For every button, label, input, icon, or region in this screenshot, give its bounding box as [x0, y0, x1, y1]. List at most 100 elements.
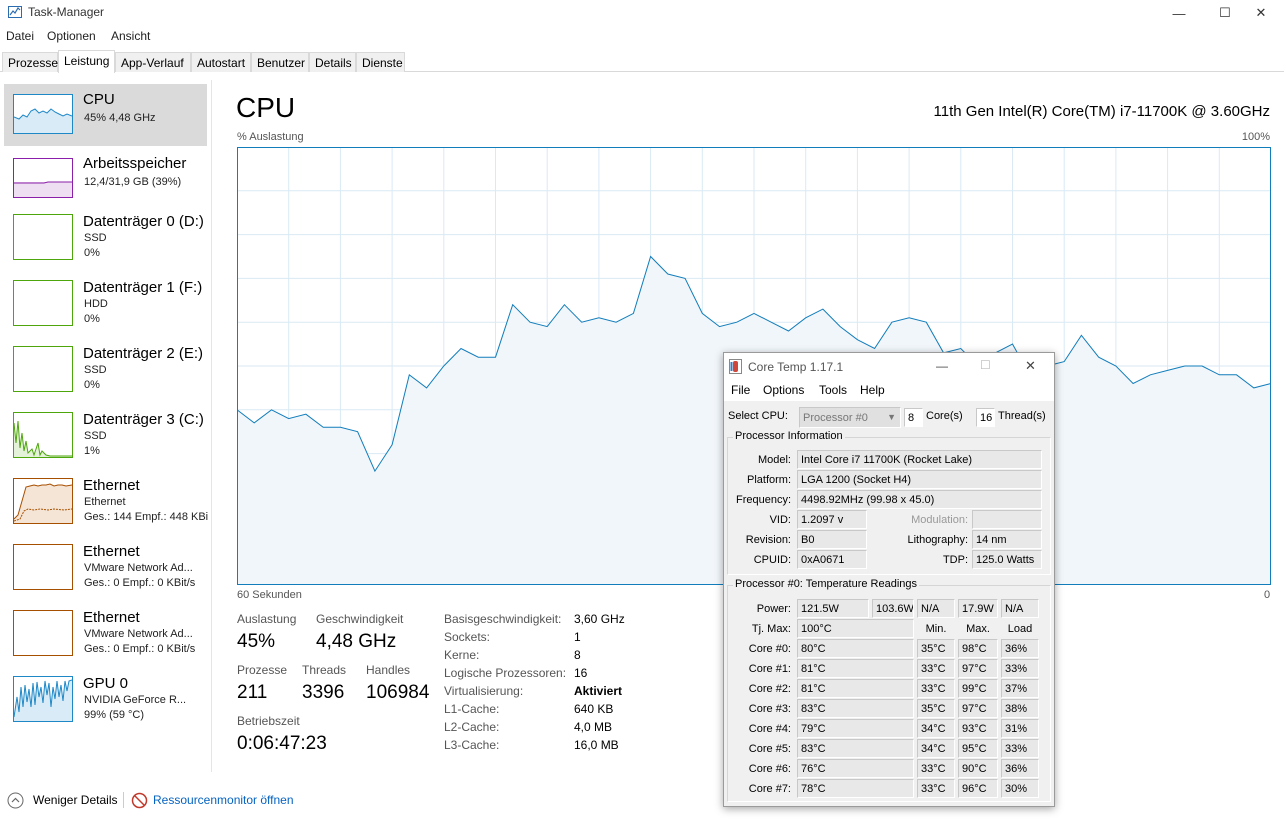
core-min: 34°C	[917, 719, 955, 738]
minimize-icon[interactable]: —	[936, 359, 948, 373]
tab-leistung[interactable]: Leistung	[58, 50, 115, 73]
sidebar-title: Datenträger 0 (D:)	[83, 213, 204, 230]
cpu-select-dropdown[interactable]: Processor #0 ▼	[799, 407, 901, 428]
sidebar-item-disk-3[interactable]: Datenträger 3 (C:) SSD 1%	[4, 406, 207, 468]
core-max: 95°C	[958, 739, 998, 758]
tab-benutzer[interactable]: Benutzer	[251, 52, 309, 72]
disk-graph-icon	[13, 346, 73, 392]
sidebar-item-ethernet-3[interactable]: Ethernet VMware Network Ad... Ges.: 0 Em…	[4, 604, 207, 666]
sidebar-title: Ethernet	[83, 609, 140, 626]
core-temp: 83°C	[797, 739, 914, 758]
detail-key: Virtualisierung:	[444, 684, 524, 698]
sidebar-title: GPU 0	[83, 675, 129, 692]
modulation-value	[972, 510, 1042, 529]
core-min: 35°C	[917, 639, 955, 658]
sidebar-title: Datenträger 2 (E:)	[83, 345, 204, 362]
title-bar: Task-Manager — ☐ ✕	[0, 0, 1284, 26]
geschwindigkeit-value: 4,48 GHz	[316, 631, 397, 652]
menu-datei[interactable]: Datei	[6, 29, 34, 43]
betriebszeit-label: Betriebszeit	[237, 714, 300, 728]
core-max: 98°C	[958, 639, 998, 658]
sidebar-item-ethernet-1[interactable]: Ethernet Ethernet Ges.: 144 Empf.: 448 K…	[4, 472, 208, 534]
close-button[interactable]: ✕	[1238, 0, 1284, 26]
footer: Weniger Details Ressourcenmonitor öffnen	[0, 784, 700, 814]
prozesse-label: Prozesse	[237, 663, 288, 677]
modulation-label: Modulation:	[911, 514, 968, 526]
temperature-readings-title: Processor #0: Temperature Readings	[733, 578, 920, 590]
sidebar-item-disk-1[interactable]: Datenträger 1 (F:) HDD 0%	[4, 274, 207, 336]
menu-options[interactable]: Options	[763, 383, 804, 397]
core-load: 30%	[1001, 779, 1039, 798]
detail-key: Basisgeschwindigkeit:	[444, 612, 562, 626]
lithography-label: Lithography:	[907, 534, 968, 546]
core-max: 97°C	[958, 659, 998, 678]
sidebar-sub: 99% (59 °C)	[84, 709, 145, 721]
less-details-link[interactable]: Weniger Details	[33, 793, 117, 807]
coretemp-window: Core Temp 1.17.1 — ☐ ✕ File Options Tool…	[723, 352, 1055, 807]
core-min: 33°C	[917, 659, 955, 678]
tab-autostart[interactable]: Autostart	[191, 52, 251, 72]
resource-monitor-icon	[131, 792, 148, 809]
core-min: 34°C	[917, 739, 955, 758]
lithography-value: 14 nm	[972, 530, 1042, 549]
sidebar-sub: Ges.: 0 Empf.: 0 KBit/s	[84, 577, 196, 589]
maximize-icon: ☐	[980, 358, 991, 372]
threads-label: Threads	[302, 663, 347, 677]
disk-graph-icon	[13, 412, 73, 458]
tab-dienste[interactable]: Dienste	[356, 52, 405, 72]
core-load: 33%	[1001, 659, 1039, 678]
divider	[123, 792, 124, 808]
network-graph-icon	[13, 610, 73, 656]
sidebar-title: Ethernet	[83, 477, 140, 494]
tab-details[interactable]: Details	[309, 52, 356, 72]
cpu-graph-icon	[13, 94, 73, 134]
menu-ansicht[interactable]: Ansicht	[111, 29, 150, 43]
sidebar-item-disk-2[interactable]: Datenträger 2 (E:) SSD 0%	[4, 340, 207, 402]
tjmax-value: 100°C	[797, 619, 914, 638]
disk-graph-icon	[13, 280, 73, 326]
close-icon[interactable]: ✕	[1025, 358, 1036, 374]
sidebar-item-cpu[interactable]: CPU 45% 4,48 GHz	[4, 84, 207, 146]
resource-monitor-link[interactable]: Ressourcenmonitor öffnen	[153, 793, 294, 807]
menu-file[interactable]: File	[731, 383, 750, 397]
betriebszeit-value: 0:06:47:23	[237, 733, 327, 754]
handles-label: Handles	[366, 663, 411, 677]
core-name: Core #3:	[748, 703, 791, 715]
load-header: Load	[1007, 623, 1033, 635]
core-temp: 79°C	[797, 719, 914, 738]
prozesse-value: 211	[237, 682, 268, 703]
sidebar-sub: HDD	[84, 298, 108, 310]
sidebar-item-gpu-0[interactable]: GPU 0 NVIDIA GeForce R... 99% (59 °C)	[4, 670, 207, 732]
cores-label: Core(s)	[926, 410, 963, 422]
core-max: 97°C	[958, 699, 998, 718]
power-value: N/A	[917, 599, 955, 618]
detail-key: Logische Prozessoren:	[444, 666, 567, 680]
minimize-button[interactable]: —	[1156, 0, 1202, 26]
power-value: 103.6W	[872, 599, 914, 618]
detail-key: Sockets:	[444, 630, 491, 644]
processor-info-title: Processor Information	[733, 430, 845, 442]
threads-label: Thread(s)	[998, 410, 1046, 422]
tab-app-verlauf[interactable]: App-Verlauf	[115, 52, 191, 72]
network-graph-icon	[13, 478, 73, 524]
core-name: Core #1:	[748, 663, 791, 675]
menu-tools[interactable]: Tools	[819, 383, 847, 397]
core-temp: 78°C	[797, 779, 914, 798]
sidebar-item-ethernet-2[interactable]: Ethernet VMware Network Ad... Ges.: 0 Em…	[4, 538, 207, 600]
chevron-up-icon[interactable]	[7, 792, 24, 809]
detail-value: Aktiviert	[574, 684, 623, 698]
tjmax-label: Tj. Max:	[751, 623, 791, 635]
menu-optionen[interactable]: Optionen	[47, 29, 96, 43]
core-load: 36%	[1001, 759, 1039, 778]
power-value: N/A	[1001, 599, 1039, 618]
sidebar-item-memory[interactable]: Arbeitsspeicher 12,4/31,9 GB (39%)	[4, 148, 207, 210]
core-temp: 81°C	[797, 659, 914, 678]
menu-help[interactable]: Help	[860, 383, 885, 397]
platform-value: LGA 1200 (Socket H4)	[797, 470, 1042, 489]
tab-prozesse[interactable]: Prozesse	[2, 52, 58, 72]
detail-value: 640 KB	[574, 702, 614, 716]
gpu-graph-icon	[13, 676, 73, 722]
sidebar-item-disk-0[interactable]: Datenträger 0 (D:) SSD 0%	[4, 208, 207, 270]
power-label: Power:	[756, 603, 791, 615]
detail-key: L3-Cache:	[444, 738, 500, 752]
